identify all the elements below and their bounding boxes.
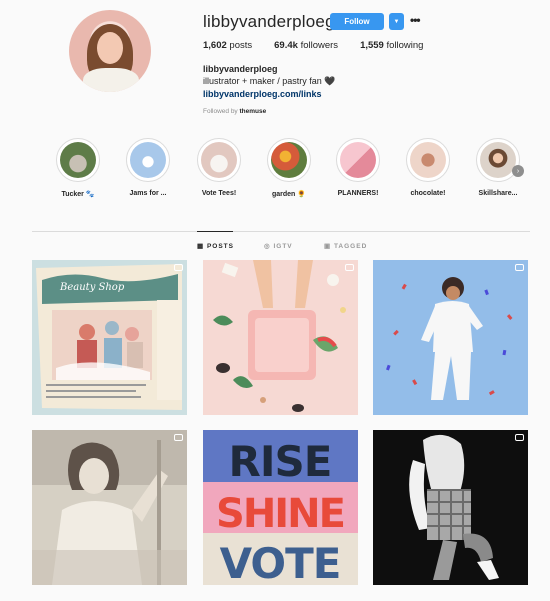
follow-button[interactable]: Follow xyxy=(330,13,384,30)
video-icon xyxy=(515,434,524,441)
followed-by[interactable]: Followed by themuse xyxy=(203,108,266,115)
video-icon xyxy=(345,264,354,271)
more-options-icon[interactable]: ••• xyxy=(410,13,421,27)
carousel-icon xyxy=(174,264,183,271)
highlight-item[interactable]: chocolate! xyxy=(393,138,463,197)
post-thumbnail[interactable] xyxy=(32,430,187,585)
post-text-vote: VOTE xyxy=(220,539,341,585)
following-count[interactable]: 1,559 following xyxy=(360,40,423,51)
profile-stats: 1,602 posts 69.4k followers 1,559 follow… xyxy=(203,40,423,51)
profile-full-name: libbyvanderploeg xyxy=(203,64,278,74)
active-tab-indicator xyxy=(197,231,233,232)
profile-website-link[interactable]: libbyvanderploeg.com/links xyxy=(203,89,322,99)
avatar[interactable] xyxy=(69,10,151,92)
highlight-item[interactable]: PLANNERS! xyxy=(323,138,393,197)
highlight-item[interactable]: Tucker 🐾 xyxy=(43,138,113,198)
post-thumbnail[interactable]: RISE SHINE VOTE xyxy=(203,430,358,585)
highlight-item[interactable]: Vote Tees! xyxy=(184,138,254,197)
post-thumbnail[interactable] xyxy=(373,430,528,585)
highlight-item[interactable]: Jams for ... xyxy=(113,138,183,197)
chevron-right-icon[interactable]: › xyxy=(512,165,524,177)
post-thumbnail[interactable] xyxy=(203,260,358,415)
story-highlights: Tucker 🐾 Jams for ... Vote Tees! garden … xyxy=(0,138,550,208)
profile-header: libbyvanderploeg Follow ▼ ••• 1,602 post… xyxy=(0,0,550,130)
profile-bio: illustrator + maker / pastry fan 🖤 xyxy=(203,76,336,86)
post-text-rise: RISE xyxy=(229,437,332,486)
post-thumbnail[interactable] xyxy=(373,260,528,415)
post-text-shine: SHINE xyxy=(216,491,344,537)
tabs-divider xyxy=(32,231,530,232)
chevron-down-icon[interactable]: ▼ xyxy=(389,13,404,30)
highlight-item[interactable]: garden 🌻 xyxy=(254,138,324,198)
followers-count[interactable]: 69.4k followers xyxy=(274,40,338,51)
tab-igtv[interactable]: ◎ IGTV xyxy=(264,242,293,250)
tab-posts[interactable]: ▦ POSTS xyxy=(197,242,234,250)
carousel-icon xyxy=(174,434,183,441)
svg-text:Beauty Shop: Beauty Shop xyxy=(59,282,125,293)
profile-username: libbyvanderploeg xyxy=(203,12,335,31)
post-thumbnail[interactable]: Beauty Shop xyxy=(32,260,187,415)
tab-tagged[interactable]: ▣ TAGGED xyxy=(324,242,367,250)
video-icon xyxy=(515,264,524,271)
posts-count: 1,602 posts xyxy=(203,40,253,51)
